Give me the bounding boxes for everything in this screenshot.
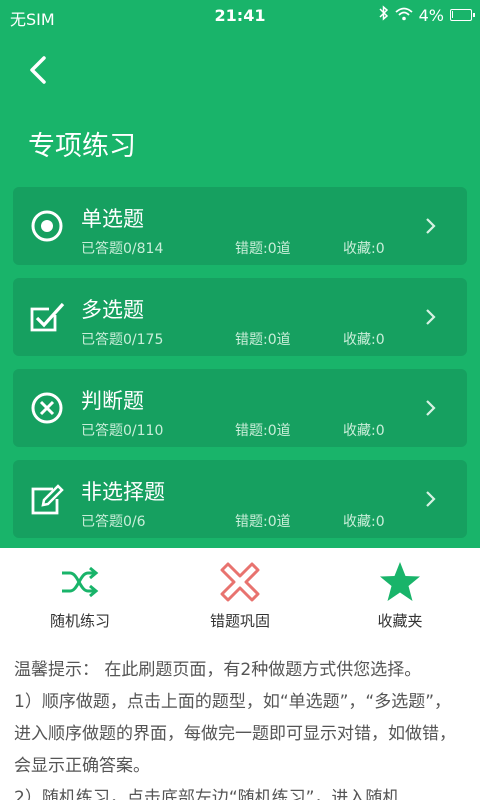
wrong-count: 错题:0道	[235, 332, 291, 348]
card-title: 单选题	[81, 207, 144, 231]
chevron-right-icon	[425, 399, 437, 417]
random-practice-button[interactable]: 随机练习	[0, 560, 160, 640]
battery-percent: 4%	[418, 5, 444, 25]
shuffle-icon	[62, 566, 99, 598]
chevron-right-icon	[425, 490, 437, 508]
tips-line-sequential: 1）顺序做题，点击上面的题型，如“单选题”，“多选题”，进入顺序做题的界面，每做…	[14, 692, 456, 776]
tips-line-intro: 温馨提示： 在此刷题页面，有2种做题方式供您选择。	[14, 660, 422, 680]
favorite-count: 收藏:0	[343, 241, 385, 257]
tool-label: 错题巩固	[209, 612, 270, 630]
favorite-count: 收藏:0	[343, 332, 385, 348]
battery-icon	[450, 9, 475, 21]
tool-bar: 随机练习 错题巩固 收藏夹	[0, 548, 480, 644]
bluetooth-icon	[379, 5, 389, 25]
radio-target-icon	[29, 208, 65, 244]
status-icons: 4%	[379, 5, 475, 25]
battery-level	[452, 11, 453, 18]
category-card-true-false[interactable]: 判断题 已答题0/110 错题:0道 收藏:0	[13, 369, 467, 447]
answered-count: 已答题0/175	[81, 332, 164, 348]
star-icon	[380, 562, 420, 601]
wrong-count: 错题:0道	[235, 514, 291, 530]
page-title: 专项练习	[28, 131, 136, 162]
favorite-count: 收藏:0	[343, 514, 385, 530]
category-card-single-choice[interactable]: 单选题 已答题0/814 错题:0道 收藏:0	[13, 187, 467, 265]
favorite-count: 收藏:0	[343, 423, 385, 439]
favorites-button[interactable]: 收藏夹	[320, 560, 480, 640]
wrong-count: 错题:0道	[235, 241, 291, 257]
answered-count: 已答题0/814	[81, 241, 164, 257]
chevron-right-icon	[425, 217, 437, 235]
card-title: 判断题	[81, 389, 144, 413]
tool-label: 收藏夹	[377, 612, 423, 630]
close-x-icon	[220, 562, 260, 602]
tips-line-random: 2）随机练习，点击底部左边“随机练习”，进入随机	[14, 788, 400, 800]
tips-text: 温馨提示： 在此刷题页面，有2种做题方式供您选择。 1）顺序做题，点击上面的题型…	[14, 654, 466, 800]
wrong-count: 错题:0道	[235, 423, 291, 439]
category-card-multiple-choice[interactable]: 多选题 已答题0/175 错题:0道 收藏:0	[13, 278, 467, 356]
checkbox-icon	[29, 299, 65, 335]
x-circle-icon	[29, 390, 65, 426]
chevron-right-icon	[425, 308, 437, 326]
back-button[interactable]	[22, 52, 58, 88]
tool-label: 随机练习	[49, 612, 110, 630]
status-bar: 无SIM 21:41 4%	[0, 0, 480, 32]
answered-count: 已答题0/6	[81, 514, 146, 530]
card-title: 多选题	[81, 298, 144, 322]
edit-icon	[29, 481, 65, 517]
card-title: 非选择题	[81, 480, 165, 504]
wifi-icon	[395, 6, 413, 25]
wrong-review-button[interactable]: 错题巩固	[160, 560, 320, 640]
answered-count: 已答题0/110	[81, 423, 164, 439]
chevron-left-icon	[30, 56, 46, 84]
category-card-non-choice[interactable]: 非选择题 已答题0/6 错题:0道 收藏:0	[13, 460, 467, 538]
